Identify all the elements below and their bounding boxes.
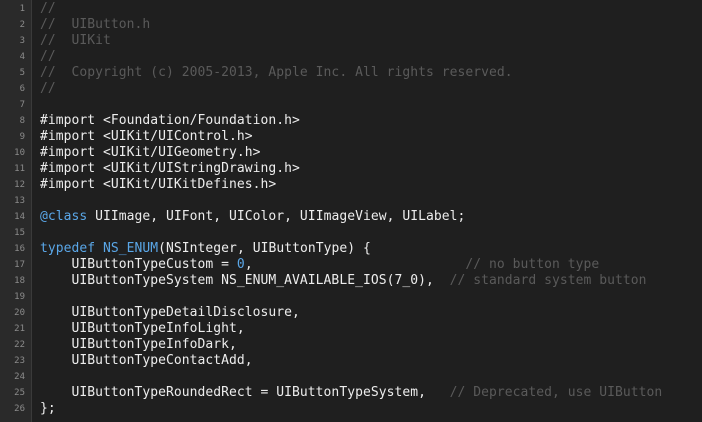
- line-number-list: 1 2 3 4 5 6 7 8 9 10 11 12 13 14 15 16 1…: [0, 0, 31, 417]
- code-line: // Copyright (c) 2005-2013, Apple Inc. A…: [40, 65, 513, 80]
- code-line: //: [40, 1, 56, 16]
- line-number: 2: [19, 20, 25, 30]
- line-number: 6: [19, 84, 25, 94]
- line-number: 15: [14, 228, 25, 238]
- line-number: 24: [14, 372, 25, 382]
- inline-comment: // Deprecated, use UIButton: [449, 385, 663, 400]
- line-number: 18: [14, 276, 25, 286]
- typedef-keyword: typedef: [40, 241, 96, 256]
- code-line: UIButtonTypeInfoDark,: [40, 337, 237, 352]
- code-line: #import <Foundation/Foundation.h>: [40, 113, 300, 128]
- line-number: 10: [14, 148, 25, 158]
- code-line: #import <UIKit/UIKitDefines.h>: [40, 177, 277, 192]
- code-line: typedef NS_ENUM(NSInteger, UIButtonType)…: [32, 241, 702, 257]
- line-number: 11: [14, 164, 25, 174]
- line-number: 17: [14, 260, 25, 270]
- typedef-rest: (NSInteger, UIButtonType) {: [158, 241, 371, 256]
- enum-custom-value: 0: [236, 257, 245, 272]
- code-line: #import <UIKit/UIStringDrawing.h>: [40, 161, 300, 176]
- class-keyword: @class: [40, 209, 88, 224]
- line-number: 25: [14, 388, 25, 398]
- typedef-space: [95, 241, 103, 256]
- code-line: UIButtonTypeRoundedRect = UIButtonTypeSy…: [32, 385, 702, 401]
- line-number: 8: [19, 116, 25, 126]
- line-number: 4: [19, 52, 25, 62]
- code-editor: 1 2 3 4 5 6 7 8 9 10 11 12 13 14 15 16 1…: [0, 0, 702, 422]
- code-pane[interactable]: // // UIButton.h // UIKit // // Copyrigh…: [32, 0, 702, 422]
- line-number: 12: [14, 180, 25, 190]
- line-number: 19: [14, 292, 25, 302]
- line-number: 3: [19, 36, 25, 46]
- class-list: UIImage, UIFont, UIColor, UIImageView, U…: [87, 209, 466, 224]
- code-line: // UIButton.h: [40, 17, 151, 32]
- line-number: 9: [19, 132, 25, 142]
- line-number: 26: [14, 404, 25, 414]
- code-line: UIButtonTypeInfoLight,: [40, 321, 245, 336]
- line-number: 22: [14, 340, 25, 350]
- code-line: #import <UIKit/UIGeometry.h>: [40, 145, 261, 160]
- code-line: UIButtonTypeCustom = 0, // no button typ…: [32, 257, 702, 273]
- inline-comment: // standard system button: [449, 273, 647, 288]
- line-number: 16: [14, 244, 25, 254]
- enum-custom-comma: ,: [244, 257, 466, 272]
- line-number: 5: [19, 68, 25, 78]
- ns-enum-keyword: NS_ENUM: [103, 241, 159, 256]
- line-number: 23: [14, 356, 25, 366]
- line-number: 14: [14, 212, 25, 222]
- enum-rounded-left: UIButtonTypeRoundedRect = UIButtonTypeSy…: [40, 385, 450, 400]
- code-line-list: // // UIButton.h // UIKit // // Copyrigh…: [32, 0, 702, 417]
- line-number-gutter: 1 2 3 4 5 6 7 8 9 10 11 12 13 14 15 16 1…: [0, 0, 32, 422]
- inline-comment: // no button type: [465, 257, 600, 272]
- code-line: UIButtonTypeDetailDisclosure,: [40, 305, 300, 320]
- line-number: 21: [14, 324, 25, 334]
- code-line: };: [40, 401, 56, 416]
- line-number: 20: [14, 308, 25, 318]
- enum-system-left: UIButtonTypeSystem NS_ENUM_AVAILABLE_IOS…: [40, 273, 450, 288]
- code-line: UIButtonTypeContactAdd,: [40, 353, 253, 368]
- code-line: //: [40, 49, 56, 64]
- code-line: // UIKit: [40, 33, 111, 48]
- line-number: 7: [19, 100, 25, 110]
- enum-custom-left: UIButtonTypeCustom =: [40, 257, 237, 272]
- line-number: 13: [14, 196, 25, 206]
- line-number: 1: [19, 4, 25, 14]
- code-line: UIButtonTypeSystem NS_ENUM_AVAILABLE_IOS…: [32, 273, 702, 289]
- code-line: //: [40, 81, 56, 96]
- code-line: #import <UIKit/UIControl.h>: [40, 129, 253, 144]
- code-line: @class UIImage, UIFont, UIColor, UIImage…: [32, 209, 702, 225]
